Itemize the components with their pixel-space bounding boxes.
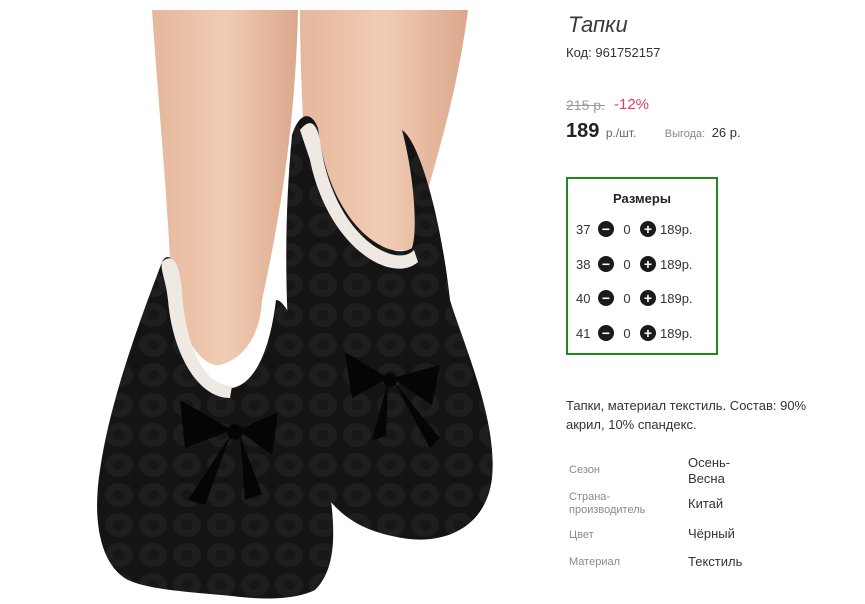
attr-value-material: Текстиль xyxy=(688,554,743,569)
attr-value-color: Чёрный xyxy=(688,526,735,541)
attr-value-season: Осень-Весна xyxy=(688,455,731,486)
product-info-panel: Тапки Код: 961752157 215 р. -12% 189 р./… xyxy=(566,0,865,604)
minus-circle-icon[interactable]: − xyxy=(598,325,614,341)
price-row: 189 р./шт. Выгода: 26 р. xyxy=(566,120,741,143)
product-description: Тапки, материал текстиль. Состав: 90% ак… xyxy=(566,398,807,432)
size-label: 40 xyxy=(576,290,591,306)
price-unit: р./шт. xyxy=(605,126,637,140)
quantity-value: 0 xyxy=(623,221,631,237)
product-photo xyxy=(97,10,493,599)
sizes-selector: Размеры 37 − 0 + 189р. 38 − 0 + 189р. 40… xyxy=(566,177,718,355)
attr-label-material: Материал xyxy=(569,556,620,568)
minus-circle-icon[interactable]: − xyxy=(598,221,614,237)
size-row: 41 − 0 + 189р. xyxy=(576,323,693,343)
size-price: 189р. xyxy=(660,256,693,272)
size-price: 189р. xyxy=(660,221,693,237)
quantity-value: 0 xyxy=(623,290,631,306)
current-price: 189 xyxy=(566,120,600,142)
minus-circle-icon[interactable]: − xyxy=(598,290,614,306)
plus-circle-icon[interactable]: + xyxy=(640,221,656,237)
size-label: 41 xyxy=(576,325,591,341)
benefit-value: 26 р. xyxy=(711,125,741,140)
quantity-value: 0 xyxy=(623,256,631,272)
attr-value-country: Китай xyxy=(688,496,724,511)
attr-label-country: Страна-производитель xyxy=(569,491,646,516)
plus-circle-icon[interactable]: + xyxy=(640,325,656,341)
size-row: 40 − 0 + 189р. xyxy=(576,288,693,308)
attr-label-season: Сезон xyxy=(569,464,600,476)
plus-circle-icon[interactable]: + xyxy=(640,256,656,272)
size-row: 38 − 0 + 189р. xyxy=(576,254,693,274)
sizes-title: Размеры xyxy=(613,191,671,206)
product-code-label: Код: xyxy=(566,45,592,60)
benefit-label: Выгода: xyxy=(664,128,706,140)
quantity-value: 0 xyxy=(623,325,631,341)
discount-badge: -12% xyxy=(614,96,650,113)
attr-label-color: Цвет xyxy=(569,529,594,541)
minus-circle-icon[interactable]: − xyxy=(598,256,614,272)
plus-circle-icon[interactable]: + xyxy=(640,290,656,306)
size-label: 37 xyxy=(576,221,591,237)
product-code-value: 961752157 xyxy=(595,45,661,60)
size-price: 189р. xyxy=(660,290,693,306)
product-title: Тапки xyxy=(568,12,628,37)
size-price: 189р. xyxy=(660,325,693,341)
size-row: 37 − 0 + 189р. xyxy=(576,219,693,239)
size-label: 38 xyxy=(576,256,591,272)
old-price: 215 р. xyxy=(566,97,605,113)
product-code: Код: 961752157 xyxy=(566,45,660,60)
